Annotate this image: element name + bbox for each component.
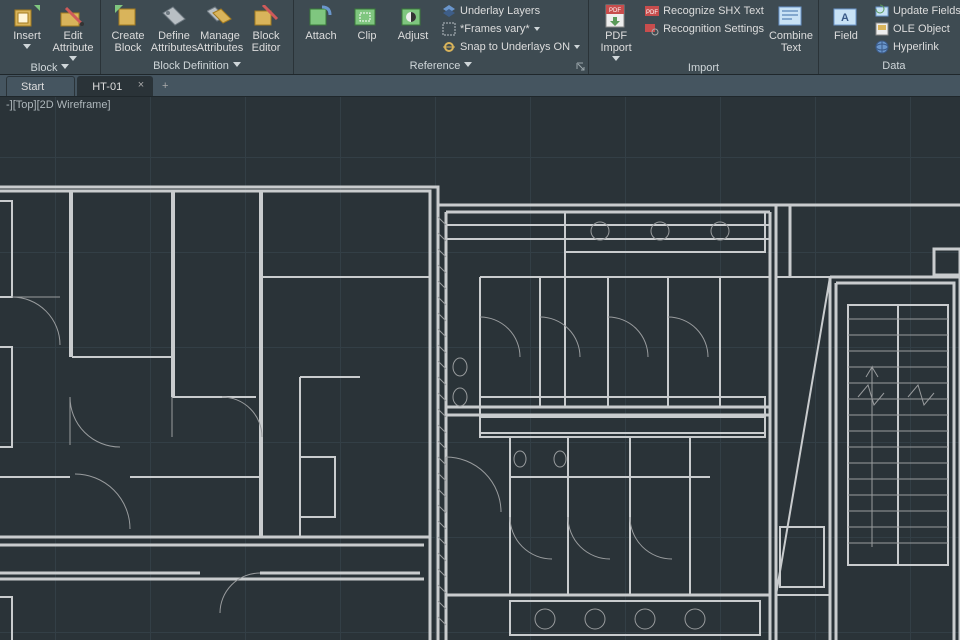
recognition-settings-button[interactable]: Recognition Settings [641,20,768,38]
globe-icon [875,40,889,54]
combine-text-label: Combine Text [769,30,813,54]
underlay-layers-label: Underlay Layers [460,5,540,17]
create-block-icon [114,4,142,28]
field-icon: A [832,4,860,28]
panel-import: PDF PDF Import PDF Recognize SHX Text Re… [589,0,819,74]
tab-ht01-label: HT-01 [92,81,122,93]
layers-icon [442,4,456,18]
snap-underlays-label: Snap to Underlays ON [460,41,570,53]
panel-reference-title[interactable]: Reference [298,59,584,74]
pdf-import-button[interactable]: PDF PDF Import [593,2,639,61]
clip-label: Clip [358,30,377,42]
panel-block-definition: Create Block Define Attributes Manage At… [101,0,294,74]
edit-attribute-button[interactable]: Edit Attribute [50,2,96,61]
insert-block-icon [13,4,41,28]
block-editor-icon [252,4,280,28]
clip-button[interactable]: Clip [344,2,390,42]
update-fields-button[interactable]: Update Fields [871,2,960,20]
attach-icon [307,4,335,28]
frames-icon [442,22,456,36]
block-editor-button[interactable]: Block Editor [243,2,289,54]
close-tab-icon[interactable]: × [138,79,144,91]
ole-object-icon [875,22,889,36]
svg-text:PDF: PDF [609,8,621,14]
recognition-settings-icon [645,22,659,36]
manage-tags-icon [206,4,234,28]
hyperlink-button[interactable]: Hyperlink [871,38,960,56]
attach-button[interactable]: Attach [298,2,344,42]
underlay-layers-button[interactable]: Underlay Layers [438,2,584,20]
create-block-label: Create Block [107,30,149,54]
drawing-viewport[interactable]: -][Top][2D Wireframe] [0,97,960,640]
file-tabs: Start HT-01 × + [0,75,960,97]
ole-object-button[interactable]: OLE Object [871,20,960,38]
adjust-label: Adjust [398,30,429,42]
panel-data-title: Data [823,59,960,74]
field-button[interactable]: A Field [823,2,869,42]
panel-block: Insert Edit Attribute Block [0,0,101,74]
add-tab-button[interactable]: + [155,76,175,96]
field-label: Field [834,30,858,42]
hyperlink-label: Hyperlink [893,41,939,53]
update-fields-label: Update Fields [893,5,960,17]
ribbon: Insert Edit Attribute Block Create Block [0,0,960,75]
insert-button[interactable]: Insert [4,2,50,49]
update-fields-icon [875,4,889,18]
adjust-button[interactable]: Adjust [390,2,436,42]
edit-attribute-label: Edit Attribute [52,30,94,61]
snap-icon [442,40,456,54]
panel-reference: Attach Clip Adjust Underlay La [294,0,589,74]
reference-launcher-icon[interactable] [576,62,585,71]
recognition-settings-label: Recognition Settings [663,23,764,35]
tag-icon [160,4,188,28]
manage-attributes-button[interactable]: Manage Attributes [197,2,243,54]
block-editor-label: Block Editor [245,30,287,54]
tab-start[interactable]: Start [6,76,75,96]
tab-ht01[interactable]: HT-01 × [77,76,153,96]
floor-plan-drawing [0,97,960,640]
tab-start-label: Start [21,81,44,93]
attach-label: Attach [305,30,336,42]
insert-label: Insert [13,30,41,49]
panel-block-title[interactable]: Block [4,61,96,76]
panel-import-title: Import [593,61,814,76]
recognize-text-icon: PDF [645,4,659,18]
combine-text-button[interactable]: Combine Text [768,2,814,54]
define-attributes-label: Define Attributes [151,30,197,54]
svg-text:A: A [841,12,849,24]
panel-data: A Field Update Fields OLE Object [819,0,960,74]
clip-icon [353,4,381,28]
pdf-icon: PDF [602,4,630,28]
define-attributes-button[interactable]: Define Attributes [151,2,197,54]
adjust-icon [399,4,427,28]
edit-attribute-icon [59,4,87,28]
recognize-shx-label: Recognize SHX Text [663,5,764,17]
pdf-import-label: PDF Import [595,30,637,61]
frames-vary-label: *Frames vary* [460,23,530,35]
recognize-shx-button[interactable]: PDF Recognize SHX Text [641,2,768,20]
create-block-button[interactable]: Create Block [105,2,151,54]
svg-text:PDF: PDF [646,10,658,16]
manage-attributes-label: Manage Attributes [197,30,243,54]
frames-vary-button[interactable]: *Frames vary* [438,20,584,38]
combine-text-icon [777,4,805,28]
panel-block-definition-title[interactable]: Block Definition [105,59,289,74]
ole-object-label: OLE Object [893,23,950,35]
snap-underlays-button[interactable]: Snap to Underlays ON [438,38,584,56]
